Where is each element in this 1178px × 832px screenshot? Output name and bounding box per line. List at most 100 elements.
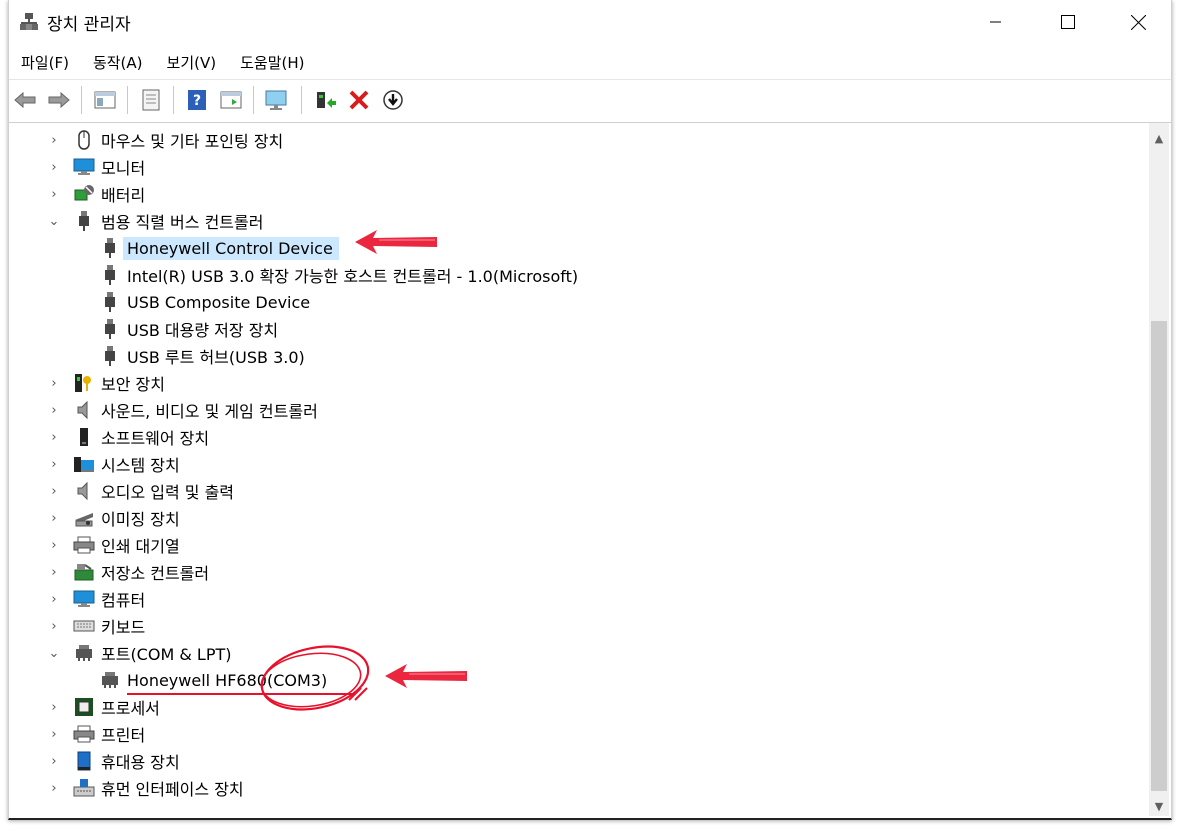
scan-hardware-button[interactable]	[263, 86, 291, 114]
tree-node-label: Honeywell HF680(COM3)	[127, 670, 328, 690]
monitor-scan-icon	[265, 90, 287, 110]
speaker-icon	[73, 400, 95, 420]
properties-button[interactable]	[137, 86, 165, 114]
tree-node-printers[interactable]: › 프린터	[47, 721, 145, 747]
menu-view[interactable]: 보기(V)	[155, 48, 229, 78]
expand-chevron-icon[interactable]: ›	[47, 727, 61, 742]
tree-node-audio-inputs-outputs[interactable]: › 오디오 입력 및 출력	[47, 478, 234, 504]
tree-node-ports[interactable]: ⌄ 포트(COM & LPT)	[47, 640, 231, 666]
back-arrow-icon	[14, 91, 36, 109]
tree-node-label: 모니터	[101, 159, 146, 178]
scroll-down-arrow-icon[interactable]: ▼	[1149, 797, 1169, 815]
expand-chevron-icon[interactable]: ›	[47, 700, 61, 715]
expand-chevron-icon[interactable]: ›	[47, 403, 61, 418]
tree-node-sound-video-game-controllers[interactable]: › 사운드, 비디오 및 게임 컨트롤러	[47, 397, 318, 423]
tree-node-storage-controllers[interactable]: › 저장소 컨트롤러	[47, 559, 209, 585]
uninstall-device-button[interactable]	[345, 86, 373, 114]
help-icon: ?	[188, 90, 206, 110]
usb-icon	[99, 265, 121, 285]
tree-node-imaging-devices[interactable]: › 이미징 장치	[47, 505, 179, 531]
back-button[interactable]	[11, 86, 39, 114]
expand-chevron-icon[interactable]: ›	[47, 457, 61, 472]
maximize-icon	[1061, 15, 1075, 29]
usb-icon	[73, 211, 95, 231]
close-button[interactable]	[1109, 0, 1167, 44]
minimize-button[interactable]	[967, 0, 1025, 44]
forward-button[interactable]	[45, 86, 73, 114]
expand-chevron-icon[interactable]: ›	[47, 781, 61, 796]
tree-node-label: 마우스 및 기타 포인팅 장치	[101, 132, 284, 151]
close-icon	[1130, 14, 1146, 30]
expand-chevron-icon[interactable]: ›	[47, 133, 61, 148]
toolbar: ?	[9, 79, 1171, 123]
help-button[interactable]: ?	[183, 86, 211, 114]
maximize-button[interactable]	[1039, 0, 1097, 44]
mouse-icon	[73, 130, 95, 150]
expand-chevron-icon[interactable]: ›	[47, 484, 61, 499]
vertical-scrollbar[interactable]: ▲ ▼	[1149, 123, 1169, 816]
speaker-icon	[73, 481, 95, 501]
tree-node-honeywell-control-device[interactable]: Honeywell Control Device	[99, 235, 339, 261]
security-key-icon	[73, 373, 95, 393]
expand-chevron-icon[interactable]: ›	[47, 565, 61, 580]
show-hide-console-tree-button[interactable]	[91, 86, 119, 114]
tree-node-human-interface-devices[interactable]: › 휴먼 인터페이스 장치	[47, 775, 244, 801]
expand-chevron-icon[interactable]: ›	[47, 187, 61, 202]
expand-chevron-icon[interactable]: ›	[47, 160, 61, 175]
usb-icon	[99, 346, 121, 366]
update-driver-icon	[317, 92, 336, 108]
tree-node-label: USB 루트 허브(USB 3.0)	[127, 348, 305, 367]
tree-node-battery[interactable]: › 배터리	[47, 181, 145, 207]
tree-node-monitor[interactable]: › 모니터	[47, 154, 145, 180]
tree-node-intel-usb-host-controller[interactable]: Intel(R) USB 3.0 확장 가능한 호스트 컨트롤러 - 1.0(M…	[99, 262, 578, 288]
toolbar-separator	[127, 86, 128, 114]
delete-x-icon	[349, 90, 369, 110]
menu-action[interactable]: 동작(A)	[81, 48, 155, 78]
tree-node-processors[interactable]: › 프로세서	[47, 694, 160, 720]
annotation-arrow-icon	[355, 230, 437, 254]
tree-node-usb-composite-device[interactable]: USB Composite Device	[99, 289, 310, 315]
scrollbar-thumb[interactable]	[1151, 321, 1167, 791]
device-manager-app-icon	[19, 12, 39, 32]
tree-node-label: 휴대용 장치	[101, 753, 180, 772]
expand-chevron-icon[interactable]: ›	[47, 430, 61, 445]
expand-chevron-icon[interactable]: ›	[47, 538, 61, 553]
port-icon	[73, 643, 95, 663]
tree-node-system-devices[interactable]: › 시스템 장치	[47, 451, 179, 477]
tree-node-security-devices[interactable]: › 보안 장치	[47, 370, 165, 396]
tree-node-label: 키보드	[101, 618, 146, 637]
tree-node-label: 휴먼 인터페이스 장치	[101, 780, 244, 799]
action-pane-button[interactable]	[217, 86, 245, 114]
scroll-up-arrow-icon[interactable]: ▲	[1149, 129, 1169, 147]
expand-chevron-icon[interactable]: ›	[47, 754, 61, 769]
printer-icon	[73, 535, 95, 555]
tree-node-mouse[interactable]: › 마우스 및 기타 포인팅 장치	[47, 127, 283, 153]
disable-device-button[interactable]	[379, 86, 407, 114]
monitor-icon	[73, 157, 95, 177]
expand-chevron-icon[interactable]: ›	[47, 511, 61, 526]
tree-node-computer[interactable]: › 컴퓨터	[47, 586, 145, 612]
tree-node-label: 프린터	[101, 726, 146, 745]
tree-node-label: 범용 직렬 버스 컨트롤러	[101, 213, 264, 232]
update-driver-button[interactable]	[311, 86, 339, 114]
down-arrow-circle-icon	[383, 90, 403, 110]
portable-device-icon	[73, 751, 95, 771]
tree-node-usb-controllers[interactable]: ⌄ 범용 직렬 버스 컨트롤러	[47, 208, 263, 234]
menu-help[interactable]: 도움말(H)	[228, 48, 316, 78]
tree-node-honeywell-hf680[interactable]: Honeywell HF680(COM3)	[99, 667, 327, 693]
collapse-chevron-icon[interactable]: ⌄	[47, 214, 61, 229]
toolbar-separator	[81, 86, 82, 114]
minimize-icon	[990, 21, 1001, 23]
tree-node-usb-root-hub[interactable]: USB 루트 허브(USB 3.0)	[99, 343, 305, 369]
collapse-chevron-icon[interactable]: ⌄	[47, 646, 61, 661]
expand-chevron-icon[interactable]: ›	[47, 376, 61, 391]
tree-node-keyboards[interactable]: › 키보드	[47, 613, 145, 639]
properties-icon	[142, 89, 160, 111]
tree-node-portable-devices[interactable]: › 휴대용 장치	[47, 748, 180, 774]
expand-chevron-icon[interactable]: ›	[47, 619, 61, 634]
tree-node-software-devices[interactable]: › 소프트웨어 장치	[47, 424, 209, 450]
tree-node-print-queues[interactable]: › 인쇄 대기열	[47, 532, 180, 558]
tree-node-usb-mass-storage[interactable]: USB 대용량 저장 장치	[99, 316, 278, 342]
expand-chevron-icon[interactable]: ›	[47, 592, 61, 607]
menu-file[interactable]: 파일(F)	[9, 48, 81, 78]
